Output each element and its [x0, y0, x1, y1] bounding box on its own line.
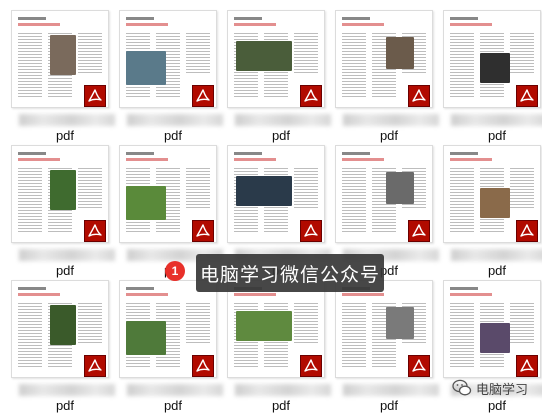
file-extension-label: pdf [55, 128, 75, 143]
pdf-icon [408, 85, 430, 107]
file-item[interactable]: pdf [227, 280, 335, 414]
file-name-redacted [19, 384, 115, 396]
file-item[interactable]: pdf [335, 280, 443, 414]
file-item[interactable]: pdf [119, 280, 227, 414]
watermark-text: 电脑学习 [476, 382, 529, 398]
file-name-redacted [451, 249, 542, 261]
file-item[interactable]: pdf [11, 145, 119, 279]
file-name-redacted [451, 114, 542, 126]
watermark: 电脑学习 [452, 378, 528, 398]
file-item[interactable]: pdf [443, 145, 542, 279]
file-extension-label: pdf [271, 398, 291, 413]
pdf-icon [192, 85, 214, 107]
file-extension-label: pdf [163, 398, 183, 413]
pdf-icon [84, 220, 106, 242]
pdf-icon [516, 85, 538, 107]
pdf-icon [516, 355, 538, 377]
file-item[interactable]: pdf [11, 10, 119, 144]
file-extension-label: pdf [55, 398, 75, 413]
file-extension-label: pdf [487, 398, 507, 413]
file-extension-label: pdf [379, 128, 399, 143]
file-extension-label: pdf [163, 128, 183, 143]
pdf-icon [408, 355, 430, 377]
pdf-icon [84, 355, 106, 377]
tooltip: 电脑学习微信公众号 [196, 254, 384, 292]
pdf-icon [300, 220, 322, 242]
file-extension-label: pdf [487, 263, 507, 278]
file-extension-label: pdf [487, 128, 507, 143]
wechat-icon [452, 379, 472, 396]
file-name-redacted [235, 384, 331, 396]
file-item[interactable]: pdf [227, 10, 335, 144]
file-item[interactable]: pdf [119, 10, 227, 144]
file-name-redacted [127, 384, 223, 396]
file-extension-label: pdf [271, 128, 291, 143]
file-name-redacted [235, 114, 331, 126]
file-name-redacted [19, 249, 115, 261]
file-name-redacted [19, 114, 115, 126]
file-extension-label: pdf [55, 263, 75, 278]
file-item[interactable]: pdf [443, 10, 542, 144]
pdf-icon [300, 85, 322, 107]
step-badge: 1 [165, 261, 185, 281]
pdf-icon [192, 220, 214, 242]
pdf-icon [192, 355, 214, 377]
pdf-icon [408, 220, 430, 242]
pdf-icon [516, 220, 538, 242]
pdf-icon [84, 85, 106, 107]
pdf-icon [300, 355, 322, 377]
file-item[interactable]: pdf [335, 10, 443, 144]
file-name-redacted [343, 384, 439, 396]
tooltip-text: 电脑学习微信公众号 [199, 263, 380, 286]
file-item[interactable]: pdf [11, 280, 119, 414]
file-extension-label: pdf [379, 398, 399, 413]
file-name-redacted [343, 114, 439, 126]
file-name-redacted [127, 114, 223, 126]
